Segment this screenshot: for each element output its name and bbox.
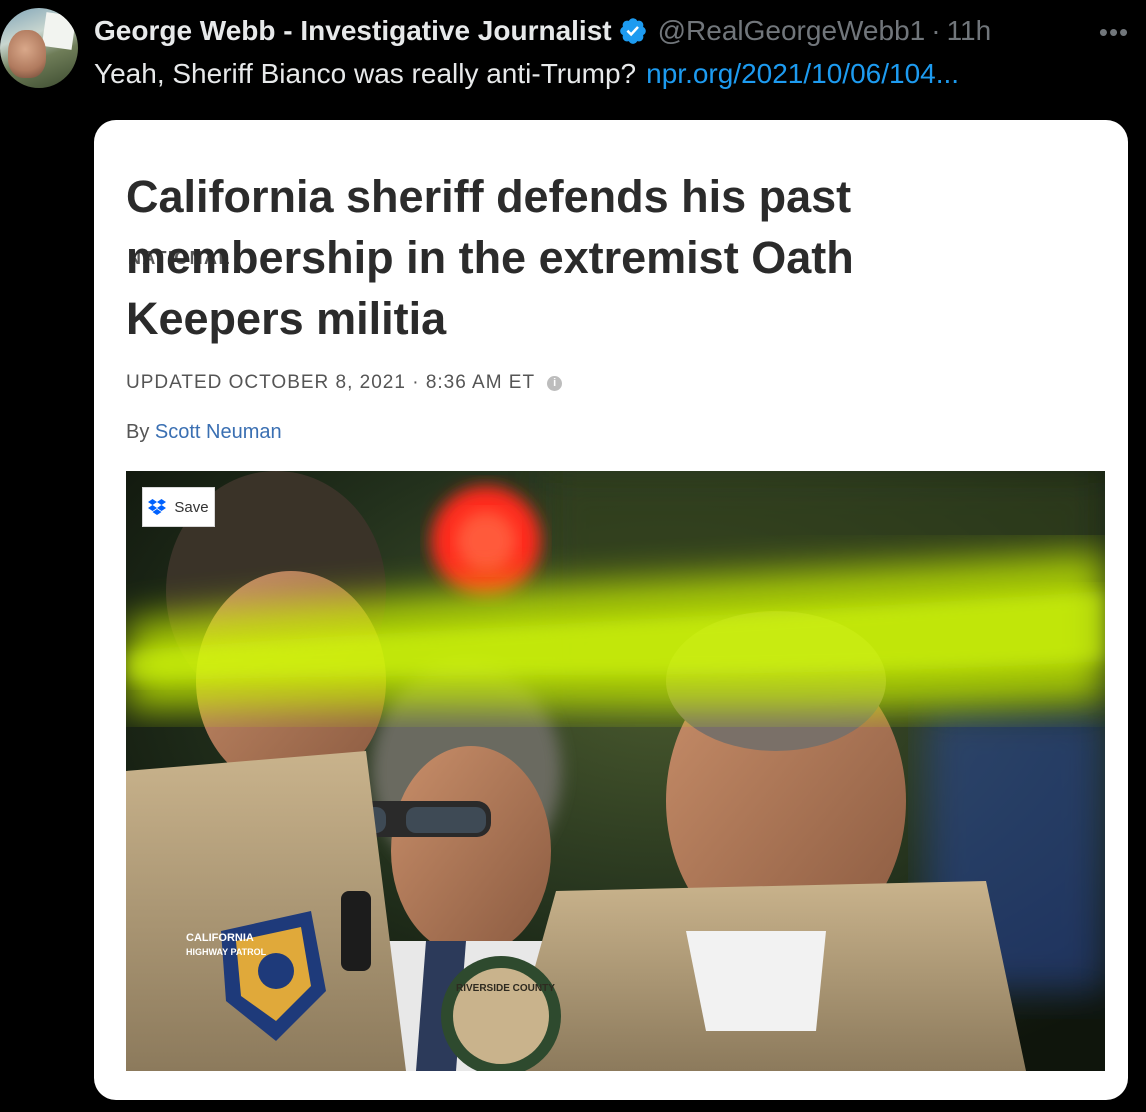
author-handle[interactable]: @RealGeorgeWebb1 xyxy=(658,15,926,47)
tweet-text: Yeah, Sheriff Bianco was really anti-Tru… xyxy=(94,58,959,90)
article-headline: California sheriff defends his past memb… xyxy=(126,171,854,344)
article-updated: UPDATED OCTOBER 8, 2021 · 8:36 AM ET xyxy=(126,372,536,393)
shoulder-patch-text: RIVERSIDE COUNTY xyxy=(456,983,555,994)
photo-scene: CALIFORNIA HIGHWAY PATROL RIVERSIDE COUN… xyxy=(126,471,1105,1071)
more-options-icon[interactable]: ••• xyxy=(1096,14,1132,50)
save-button[interactable]: Save xyxy=(142,487,215,527)
verified-badge-icon xyxy=(619,18,646,44)
author-avatar[interactable] xyxy=(0,8,78,88)
info-icon[interactable]: i xyxy=(547,375,563,391)
tweet: George Webb - Investigative Journalist @… xyxy=(0,0,1146,1112)
dropbox-save-icon xyxy=(148,499,167,515)
article-date: UPDATED OCTOBER 8, 2021 · 8:36 AM ET i xyxy=(126,372,563,394)
article-author-link[interactable]: Scott Neuman xyxy=(155,421,282,443)
patch-text-bottom: HIGHWAY PATROL xyxy=(186,947,267,957)
tweet-link[interactable]: npr.org/2021/10/06/104... xyxy=(646,58,959,89)
avatar-face xyxy=(8,30,46,78)
author-name[interactable]: George Webb - Investigative Journalist xyxy=(94,15,612,47)
save-label: Save xyxy=(174,498,209,516)
article-byline: By Scott Neuman xyxy=(126,421,282,444)
header-separator: · xyxy=(931,15,941,46)
article-photo: CALIFORNIA HIGHWAY PATROL RIVERSIDE COUN… xyxy=(126,471,1105,1071)
tweet-body: Yeah, Sheriff Bianco was really anti-Tru… xyxy=(94,58,637,89)
patch-text-top: CALIFORNIA xyxy=(186,932,254,944)
tweet-header: George Webb - Investigative Journalist @… xyxy=(94,14,991,48)
tweet-timestamp[interactable]: 11h xyxy=(947,15,992,47)
avatar-sign xyxy=(41,12,77,50)
byline-label: By xyxy=(126,421,150,443)
